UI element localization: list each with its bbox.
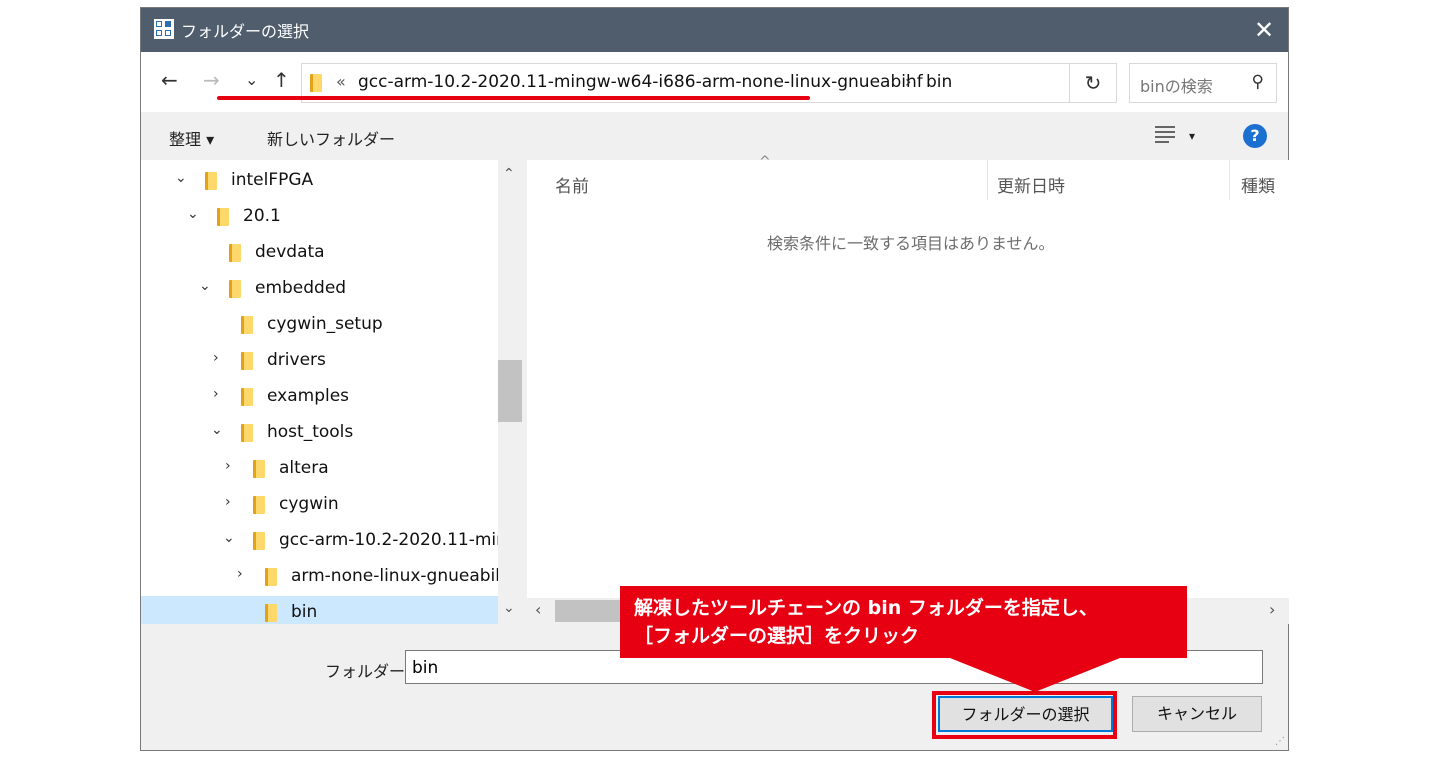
scroll-up-icon[interactable]: ⌃ — [503, 166, 515, 182]
up-arrow-icon[interactable]: ↑ — [273, 68, 290, 92]
callout-line-2: ［フォルダーの選択］をクリック — [634, 625, 920, 647]
window-title: フォルダーの選択 — [181, 22, 310, 41]
tree-item-label: altera — [279, 458, 329, 478]
scroll-down-icon[interactable]: ⌄ — [503, 600, 515, 616]
expand-chevron-icon[interactable]: › — [225, 458, 231, 474]
search-icon[interactable]: ⚲ — [1252, 72, 1264, 92]
new-folder-button[interactable]: 新しいフォルダー — [267, 126, 395, 150]
back-arrow-icon[interactable]: ← — [161, 68, 178, 92]
column-header-type[interactable]: 種類 — [1241, 172, 1275, 197]
file-list: ^ 名前 更新日時 種類 検索条件に一致する項目はありません。 — [527, 154, 1289, 600]
sort-ascending-icon: ^ — [759, 154, 771, 170]
scroll-left-icon[interactable]: ‹ — [535, 600, 541, 619]
tree-item-label: intelFPGA — [231, 170, 314, 190]
tree-item-label: devdata — [255, 242, 325, 262]
address-highlight-underline — [217, 96, 810, 100]
folder-icon — [265, 568, 277, 586]
refresh-icon[interactable]: ↻ — [1069, 63, 1117, 103]
tree-item-label: examples — [267, 386, 350, 406]
command-bar: 整理 ▾ 新しいフォルダー ▾ ? — [141, 112, 1288, 160]
breadcrumb-segment-bin[interactable]: bin — [926, 72, 952, 92]
tree-item[interactable]: › arm-none-linux-gnueabihf — [141, 560, 498, 594]
folder-icon — [241, 424, 253, 442]
tree-item-label: drivers — [267, 350, 326, 370]
breadcrumb-segment-gcc[interactable]: gcc-arm-10.2-2020.11-mingw-w64-i686-arm-… — [358, 72, 923, 92]
empty-message: 検索条件に一致する項目はありません。 — [767, 234, 1055, 253]
collapse-chevron-icon[interactable]: ⌄ — [199, 278, 211, 294]
app-icon — [154, 19, 174, 39]
expand-chevron-icon[interactable]: › — [225, 494, 231, 510]
folder-icon — [229, 280, 241, 298]
callout-line-1: 解凍したツールチェーンの bin フォルダーを指定し、 — [634, 597, 1098, 619]
tree-item[interactable]: cygwin_setup — [141, 308, 498, 342]
tree-item-selected[interactable]: bin — [141, 596, 498, 624]
folder-icon — [241, 388, 253, 406]
column-divider[interactable] — [1229, 160, 1230, 200]
tree-item-label: arm-none-linux-gnueabihf — [291, 566, 498, 586]
resize-grip-icon[interactable]: ⋰ — [1275, 736, 1285, 747]
search-placeholder: binの検索 — [1140, 77, 1213, 96]
tree-vertical-scrollbar[interactable]: ⌃ ⌄ — [498, 160, 522, 624]
view-options-icon[interactable] — [1155, 126, 1175, 143]
tree-item[interactable]: ⌄ 20.1 — [141, 200, 498, 234]
overflow-icon[interactable]: « — [336, 72, 346, 91]
search-box[interactable]: binの検索 ⚲ — [1129, 63, 1277, 103]
tree-item-label: cygwin_setup — [267, 314, 383, 334]
navigation-bar: ← → ⌄ ↑ « gcc-arm-10.2-2020.11-mingw-w64… — [141, 52, 1288, 112]
folder-icon — [205, 172, 217, 190]
tree-item-label: host_tools — [267, 422, 354, 442]
tree-item[interactable]: ⌄ intelFPGA — [141, 164, 498, 198]
column-divider[interactable] — [987, 160, 988, 200]
column-header-name[interactable]: 名前 — [555, 172, 589, 197]
recent-locations-chevron-icon[interactable]: ⌄ — [245, 70, 258, 89]
view-dropdown-icon[interactable]: ▾ — [1189, 129, 1195, 143]
collapse-chevron-icon[interactable]: ⌄ — [223, 530, 235, 546]
expand-chevron-icon[interactable]: › — [237, 566, 243, 582]
tree-item[interactable]: › altera — [141, 452, 498, 486]
tree-item[interactable]: › drivers — [141, 344, 498, 378]
folder-icon — [217, 208, 229, 226]
tree-item[interactable]: devdata — [141, 236, 498, 270]
breadcrumb-separator-icon[interactable]: › — [905, 72, 911, 91]
scrollbar-thumb[interactable] — [555, 600, 625, 622]
tree-item-label: bin — [291, 602, 318, 622]
collapse-chevron-icon[interactable]: ⌄ — [187, 206, 199, 222]
title-bar: フォルダーの選択 ✕ — [141, 8, 1288, 52]
callout-pointer — [945, 656, 1125, 692]
select-button-highlight-box — [932, 691, 1117, 739]
tree-item-label: cygwin — [279, 494, 339, 514]
forward-arrow-icon[interactable]: → — [203, 68, 220, 92]
folder-field-label: フォルダー: — [325, 662, 411, 681]
tree-item[interactable]: ⌄ embedded — [141, 272, 498, 306]
help-icon[interactable]: ? — [1243, 124, 1267, 148]
folder-icon — [241, 316, 253, 334]
folder-icon — [253, 460, 265, 478]
organize-button[interactable]: 整理 ▾ — [169, 126, 214, 150]
tree-item[interactable]: ⌄ host_tools — [141, 416, 498, 450]
folder-icon — [253, 496, 265, 514]
folder-icon — [310, 74, 322, 92]
tree-item-label: 20.1 — [243, 206, 281, 226]
tree-item[interactable]: ⌄ gcc-arm-10.2-2020.11-mingw — [141, 524, 498, 558]
instruction-callout: 解凍したツールチェーンの bin フォルダーを指定し、 ［フォルダーの選択］をク… — [620, 586, 1187, 658]
expand-chevron-icon[interactable]: › — [213, 350, 219, 366]
column-header-modified[interactable]: 更新日時 — [997, 172, 1065, 197]
tree-item[interactable]: › examples — [141, 380, 498, 414]
tree-item-label: gcc-arm-10.2-2020.11-mingw — [279, 530, 498, 550]
expand-chevron-icon[interactable]: › — [213, 386, 219, 402]
folder-icon — [253, 532, 265, 550]
scroll-right-icon[interactable]: › — [1269, 600, 1275, 619]
cancel-button[interactable]: キャンセル — [1132, 696, 1262, 732]
close-icon[interactable]: ✕ — [1240, 8, 1288, 52]
folder-icon — [241, 352, 253, 370]
collapse-chevron-icon[interactable]: ⌄ — [211, 422, 223, 438]
collapse-chevron-icon[interactable]: ⌄ — [175, 170, 187, 186]
scrollbar-thumb[interactable] — [498, 360, 522, 422]
folder-icon — [229, 244, 241, 262]
tree-item[interactable]: › cygwin — [141, 488, 498, 522]
tree-item-label: embedded — [255, 278, 347, 298]
folder-tree: ⌄ intelFPGA ⌄ 20.1 devdata ⌄ embedded cy… — [141, 160, 498, 624]
folder-icon — [265, 604, 277, 622]
